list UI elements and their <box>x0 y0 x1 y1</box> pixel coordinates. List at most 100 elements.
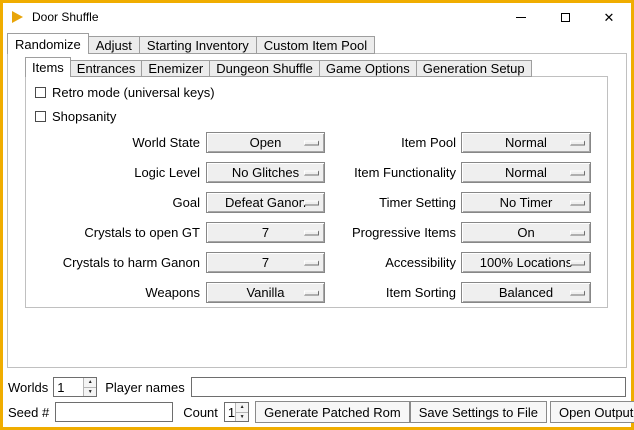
logic-level-dropdown[interactable]: No Glitches <box>206 162 325 183</box>
dropdown-indicator-icon <box>570 230 585 235</box>
item-functionality-label: Item Functionality <box>325 165 456 180</box>
retro-mode-checkbox[interactable] <box>35 87 46 98</box>
tab-randomize[interactable]: Randomize <box>7 33 89 54</box>
main-tab-bar: Randomize Adjust Starting Inventory Cust… <box>7 33 375 54</box>
goal-dropdown[interactable]: Defeat Ganon <box>206 192 325 213</box>
dropdown-indicator-icon <box>304 170 319 175</box>
worlds-label: Worlds <box>8 380 48 395</box>
weapons-label: Weapons <box>26 285 200 300</box>
tab-generation-setup[interactable]: Generation Setup <box>416 60 532 77</box>
window-title: Door Shuffle <box>32 10 99 24</box>
item-functionality-value: Normal <box>505 165 547 180</box>
timer-setting-dropdown[interactable]: No Timer <box>461 192 591 213</box>
goal-label: Goal <box>26 195 200 210</box>
worlds-value: 1 <box>54 378 83 396</box>
crystals-gt-label: Crystals to open GT <box>26 225 200 240</box>
weapons-value: Vanilla <box>246 285 284 300</box>
maximize-button[interactable] <box>543 3 587 31</box>
field-row: Crystals to open GT 7 Progressive Items … <box>26 222 607 243</box>
player-names-input[interactable] <box>191 377 626 397</box>
field-row: World State Open Item Pool Normal <box>26 132 607 153</box>
window-controls: ✕ <box>499 3 631 31</box>
player-names-label: Player names <box>105 380 184 395</box>
dropdown-indicator-icon <box>570 290 585 295</box>
world-state-label: World State <box>26 135 200 150</box>
shopsanity-row: Shopsanity <box>35 109 116 123</box>
worlds-row: Worlds 1 ▲ ▼ Player names <box>8 377 626 397</box>
generate-patched-rom-button[interactable]: Generate Patched Rom <box>255 401 410 423</box>
dropdown-indicator-icon <box>304 290 319 295</box>
seed-label: Seed # <box>8 405 49 420</box>
items-tab-pane: Retro mode (universal keys) Shopsanity W… <box>25 76 608 308</box>
logic-level-value: No Glitches <box>232 165 299 180</box>
worlds-stepper-arrows: ▲ ▼ <box>83 378 96 396</box>
spin-up-icon[interactable]: ▲ <box>236 403 248 413</box>
progressive-items-label: Progressive Items <box>325 225 456 240</box>
field-row: Crystals to harm Ganon 7 Accessibility 1… <box>26 252 607 273</box>
title-bar: Door Shuffle ✕ <box>3 3 631 31</box>
retro-mode-row: Retro mode (universal keys) <box>35 85 215 99</box>
shopsanity-checkbox[interactable] <box>35 111 46 122</box>
field-row: Weapons Vanilla Item Sorting Balanced <box>26 282 607 303</box>
dropdown-indicator-icon <box>570 260 585 265</box>
item-sorting-dropdown[interactable]: Balanced <box>461 282 591 303</box>
dropdown-indicator-icon <box>304 230 319 235</box>
tab-entrances[interactable]: Entrances <box>70 60 143 77</box>
dropdown-indicator-icon <box>304 200 319 205</box>
worlds-stepper[interactable]: 1 ▲ ▼ <box>53 377 97 397</box>
tab-adjust[interactable]: Adjust <box>88 36 140 54</box>
field-row: Logic Level No Glitches Item Functionali… <box>26 162 607 183</box>
seed-input[interactable] <box>55 402 173 422</box>
world-state-dropdown[interactable]: Open <box>206 132 325 153</box>
tab-enemizer[interactable]: Enemizer <box>141 60 210 77</box>
field-row: Goal Defeat Ganon Timer Setting No Timer <box>26 192 607 213</box>
tab-dungeon-shuffle[interactable]: Dungeon Shuffle <box>209 60 320 77</box>
minimize-button[interactable] <box>499 3 543 31</box>
timer-setting-label: Timer Setting <box>325 195 456 210</box>
crystals-gt-dropdown[interactable]: 7 <box>206 222 325 243</box>
dropdown-indicator-icon <box>304 140 319 145</box>
item-sorting-value: Balanced <box>499 285 553 300</box>
tab-items[interactable]: Items <box>25 57 71 77</box>
option-fields: World State Open Item Pool Normal Logic … <box>26 132 607 303</box>
seed-row: Seed # Count 1 ▲ ▼ Generate Patched Rom … <box>8 401 626 423</box>
count-stepper[interactable]: 1 ▲ ▼ <box>224 402 249 422</box>
accessibility-value: 100% Locations <box>480 255 573 270</box>
crystals-ganon-label: Crystals to harm Ganon <box>26 255 200 270</box>
item-sorting-label: Item Sorting <box>325 285 456 300</box>
tab-game-options[interactable]: Game Options <box>319 60 417 77</box>
save-settings-button[interactable]: Save Settings to File <box>410 401 547 423</box>
count-stepper-arrows: ▲ ▼ <box>235 403 248 421</box>
goal-value: Defeat Ganon <box>225 195 306 210</box>
item-pool-dropdown[interactable]: Normal <box>461 132 591 153</box>
crystals-gt-value: 7 <box>262 225 269 240</box>
count-label: Count <box>183 405 218 420</box>
dropdown-indicator-icon <box>570 140 585 145</box>
tab-custom-item-pool[interactable]: Custom Item Pool <box>256 36 375 54</box>
accessibility-dropdown[interactable]: 100% Locations <box>461 252 591 273</box>
open-output-directory-button[interactable]: Open Output Directory <box>550 401 634 423</box>
retro-mode-label: Retro mode (universal keys) <box>52 85 215 100</box>
item-pool-label: Item Pool <box>325 135 456 150</box>
dropdown-indicator-icon <box>304 260 319 265</box>
close-button[interactable]: ✕ <box>587 3 631 31</box>
item-functionality-dropdown[interactable]: Normal <box>461 162 591 183</box>
progressive-items-value: On <box>517 225 534 240</box>
world-state-value: Open <box>250 135 282 150</box>
weapons-dropdown[interactable]: Vanilla <box>206 282 325 303</box>
maximize-icon <box>561 13 570 22</box>
crystals-ganon-value: 7 <box>262 255 269 270</box>
item-pool-value: Normal <box>505 135 547 150</box>
crystals-ganon-dropdown[interactable]: 7 <box>206 252 325 273</box>
count-value: 1 <box>225 403 235 421</box>
spin-up-icon[interactable]: ▲ <box>84 378 96 388</box>
spin-down-icon[interactable]: ▼ <box>236 413 248 422</box>
app-icon <box>12 11 23 23</box>
tab-starting-inventory[interactable]: Starting Inventory <box>139 36 257 54</box>
minimize-icon <box>516 17 526 18</box>
progressive-items-dropdown[interactable]: On <box>461 222 591 243</box>
spin-down-icon[interactable]: ▼ <box>84 388 96 397</box>
dropdown-indicator-icon <box>570 200 585 205</box>
door-shuffle-window: { "window": { "title": "Door Shuffle" },… <box>0 0 634 430</box>
accessibility-label: Accessibility <box>325 255 456 270</box>
